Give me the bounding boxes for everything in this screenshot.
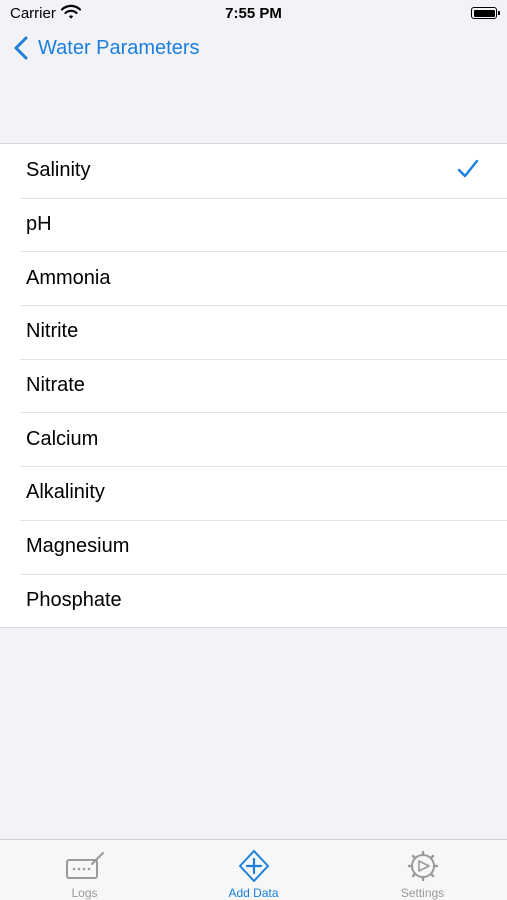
tab-settings[interactable]: Settings <box>338 840 507 900</box>
list-item-label: Alkalinity <box>26 481 105 504</box>
list-item-calcium[interactable]: Calcium <box>0 412 507 466</box>
list-item-label: pH <box>26 213 52 236</box>
list-item-label: Nitrite <box>26 320 79 343</box>
list-item-nitrite[interactable]: Nitrite <box>0 305 507 359</box>
list-item-ph[interactable]: pH <box>0 197 507 252</box>
list-item-label: Salinity <box>26 159 91 182</box>
list-item-phosphate[interactable]: Phosphate <box>0 573 507 628</box>
tab-logs-label: Logs <box>71 886 98 900</box>
back-button[interactable]: Water Parameters <box>14 36 200 60</box>
tab-logs[interactable]: Logs <box>0 840 169 900</box>
parameter-list: Salinity pH Ammonia Nitrite Nitrate Calc… <box>0 143 507 629</box>
list-item-salinity[interactable]: Salinity <box>0 144 507 198</box>
status-bar: Carrier 7:55 PM <box>0 0 507 28</box>
back-button-label: Water Parameters <box>38 36 200 59</box>
list-item-label: Calcium <box>26 427 99 450</box>
tab-add-data-label: Add Data <box>228 886 279 900</box>
list-item-ammonia[interactable]: Ammonia <box>0 251 507 305</box>
list-item-label: Nitrate <box>26 374 85 397</box>
checkmark-icon <box>457 159 479 178</box>
list-item-label: Magnesium <box>26 535 130 558</box>
logs-icon <box>65 852 104 879</box>
navigation-bar: Water Parameters <box>0 30 507 74</box>
list-item-label: Ammonia <box>26 266 111 289</box>
add-data-icon <box>238 850 269 882</box>
tab-add-data[interactable]: Add Data <box>169 840 338 900</box>
tab-bar: Logs Add Data Settings <box>0 839 507 900</box>
battery-icon <box>471 7 500 19</box>
list-item-magnesium[interactable]: Magnesium <box>0 519 507 574</box>
chevron-left-icon <box>14 36 28 60</box>
list-item-nitrate[interactable]: Nitrate <box>0 358 507 413</box>
tab-settings-label: Settings <box>400 886 445 900</box>
settings-icon <box>407 850 438 882</box>
status-time: 7:55 PM <box>225 5 282 22</box>
list-item-alkalinity[interactable]: Alkalinity <box>0 466 507 520</box>
list-item-label: Phosphate <box>26 588 122 611</box>
